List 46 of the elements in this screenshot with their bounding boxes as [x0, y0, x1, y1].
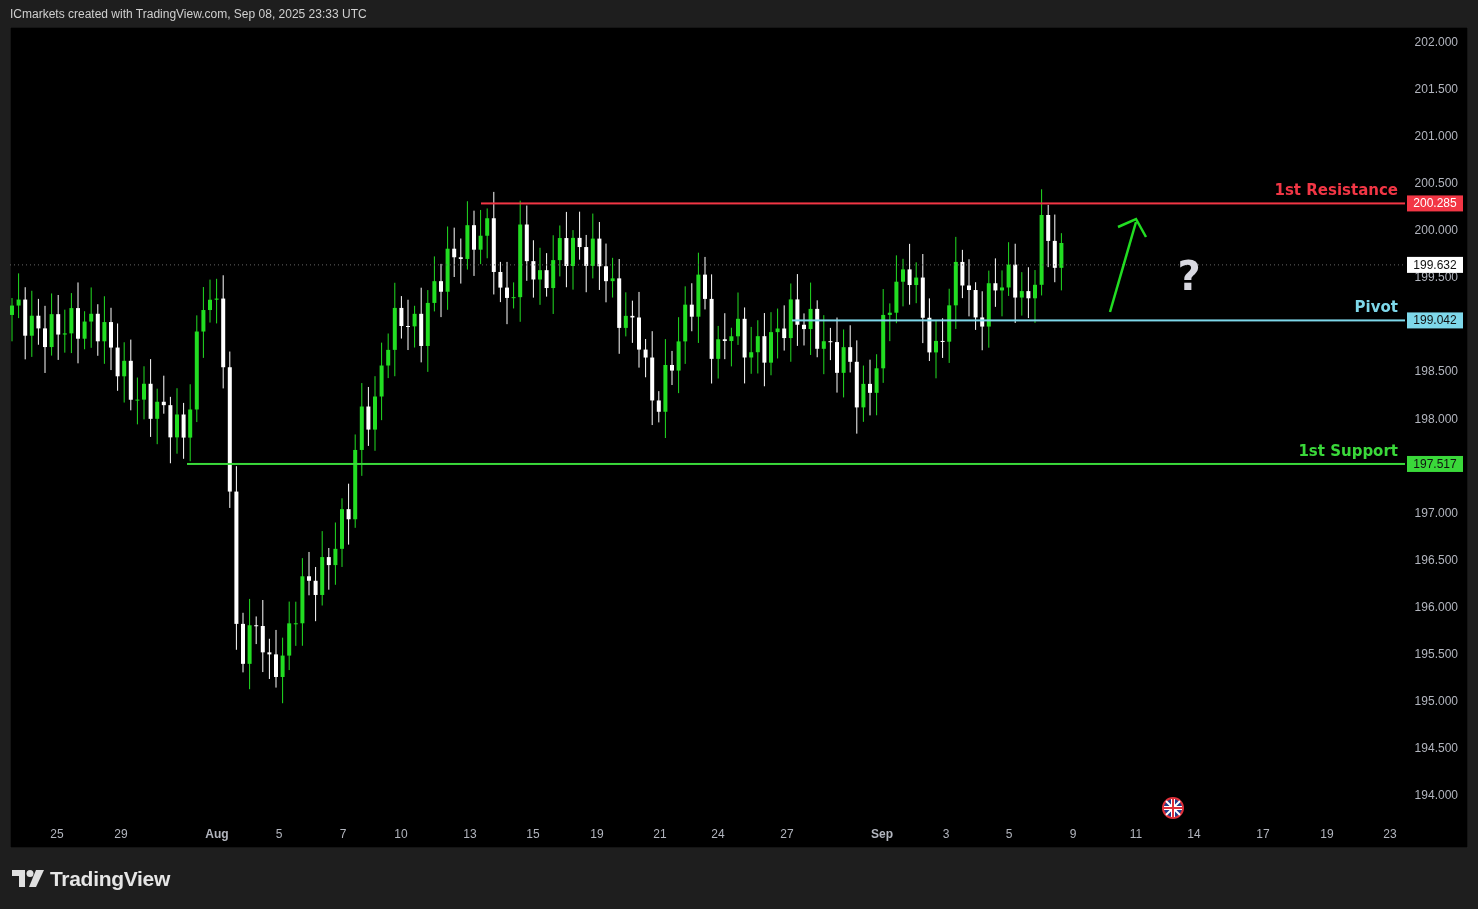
date-tick-label: 19 [1320, 827, 1334, 841]
price-tick-label: 196.500 [1414, 552, 1458, 567]
date-tick-label: 29 [114, 827, 128, 841]
date-tick-label: Sep [871, 827, 893, 841]
up-arrow-icon [1108, 217, 1148, 313]
date-tick-label: 9 [1069, 827, 1077, 841]
price-tick-label: 202.000 [1414, 35, 1458, 49]
price-tick-label: 200.500 [1414, 176, 1458, 191]
date-tick-label: 15 [526, 827, 540, 841]
date-tick-label: 10 [394, 827, 408, 841]
tradingview-logo-icon [12, 870, 44, 888]
price-tick-label: 198.500 [1414, 364, 1458, 379]
pivot-level-label: Pivot [1354, 298, 1398, 317]
date-tick-label: 19 [590, 827, 604, 841]
date-tick-label: 23 [1383, 827, 1397, 841]
price-tick-label: 198.000 [1414, 411, 1458, 426]
resistance-level-label: 1st Resistance [1274, 181, 1398, 200]
date-tick-label: 5 [275, 827, 283, 841]
price-tick-label: 201.000 [1414, 129, 1458, 144]
date-tick-label: 14 [1187, 827, 1201, 841]
date-tick-label: 17 [1256, 827, 1270, 841]
tradingview-logo-text: TradingView [50, 867, 170, 891]
price-tick-label: 199.500 [1414, 270, 1458, 285]
price-tick-label: 194.000 [1414, 788, 1458, 802]
price-tick-label: 200.000 [1414, 223, 1458, 238]
question-mark: ? [1177, 253, 1201, 299]
price-tick-label: 195.000 [1414, 693, 1458, 708]
price-tick-label: 195.500 [1414, 646, 1458, 661]
chart-attribution-text: ICmarkets created with TradingView.com, Sep 08, 2025 23:33 UTC [9, 6, 368, 23]
price-tick-label: 197.000 [1414, 505, 1458, 520]
date-tick-label: Aug [205, 827, 229, 841]
price-tick-label: 194.500 [1414, 740, 1458, 755]
support-level-label: 1st Support [1298, 441, 1398, 460]
date-tick-label: 13 [463, 827, 477, 841]
date-tick-label: 5 [1005, 827, 1013, 841]
date-tick-label: 24 [711, 827, 725, 841]
date-tick-label: 7 [339, 827, 347, 841]
pivot-price-tag: 199.042 [1407, 312, 1463, 329]
date-tick-label: 21 [653, 827, 667, 841]
price-tick-label: 196.000 [1414, 599, 1458, 614]
resistance-price-tag: 200.285 [1407, 195, 1463, 212]
price-tick-label: 201.500 [1414, 82, 1458, 97]
date-tick-label: 3 [942, 827, 950, 841]
date-tick-label: 25 [50, 827, 64, 841]
date-tick-label: 27 [780, 827, 794, 841]
date-tick-label: 11 [1129, 827, 1143, 841]
